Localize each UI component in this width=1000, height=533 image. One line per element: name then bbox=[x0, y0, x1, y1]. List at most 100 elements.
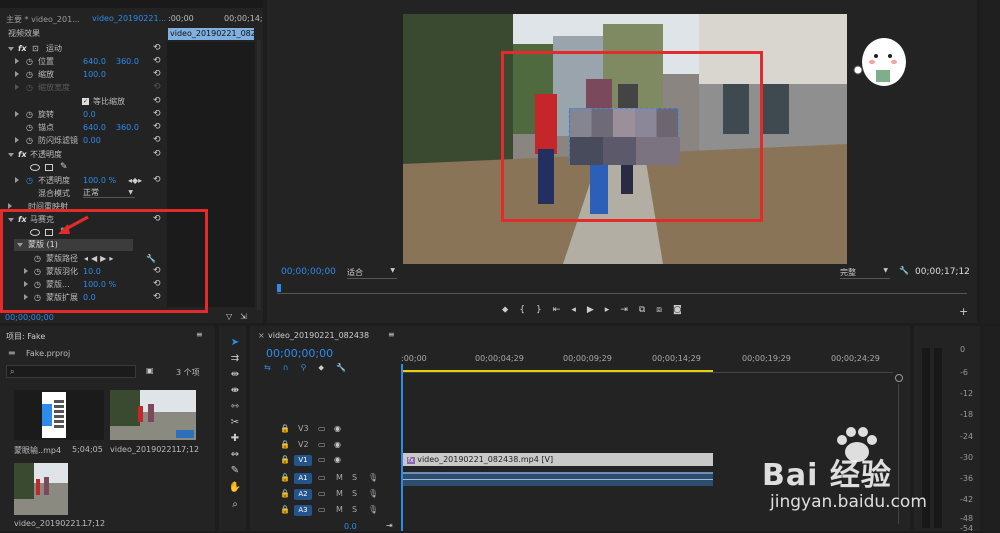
ripple-edit-icon[interactable]: ⇹ bbox=[228, 368, 242, 382]
linked-icon[interactable]: ⚲ bbox=[301, 363, 319, 372]
position-row[interactable]: ◷ 位置 640.0 360.0 ⟲ bbox=[0, 55, 165, 68]
add-button[interactable]: + bbox=[959, 305, 968, 318]
program-scrubber[interactable] bbox=[277, 284, 967, 296]
timeline-close-icon[interactable]: × bbox=[258, 331, 265, 340]
anchor-row[interactable]: ◷ 锚点 640.0 360.0 ⟲ bbox=[0, 121, 165, 134]
razor-icon[interactable]: ✂ bbox=[228, 416, 242, 430]
play-icon[interactable]: ▶ bbox=[587, 305, 605, 315]
sync-icon[interactable]: ▭ bbox=[318, 489, 326, 498]
marker-icon[interactable]: ⬥ bbox=[318, 363, 336, 372]
blend-mode-row[interactable]: 混合模式 正常 ▼ bbox=[0, 187, 165, 200]
reset-icon[interactable]: ⟲ bbox=[153, 121, 161, 134]
timeline-scroll-handle[interactable] bbox=[895, 374, 903, 382]
hand-icon[interactable]: ✋ bbox=[228, 481, 242, 495]
blend-mode-select[interactable]: 正常 ▼ bbox=[83, 188, 135, 198]
lock-icon[interactable]: 🔒 bbox=[280, 505, 290, 514]
anchor-x-value[interactable]: 640.0 bbox=[83, 121, 106, 134]
selection-tool-icon[interactable]: ➤ bbox=[228, 336, 242, 350]
reset-icon[interactable]: ⟲ bbox=[153, 68, 161, 81]
slip-icon[interactable]: ✚ bbox=[228, 432, 242, 446]
flicker-row[interactable]: ◷ 防闪烁滤镜 0.00 ⟲ bbox=[0, 134, 165, 147]
lift-icon[interactable]: ⧉ bbox=[639, 305, 656, 315]
nest-icon[interactable]: ⇆ bbox=[264, 363, 283, 372]
export-icon[interactable]: ⇲ bbox=[240, 312, 247, 321]
lock-icon[interactable]: 🔒 bbox=[280, 473, 290, 482]
playhead-icon[interactable] bbox=[277, 284, 281, 292]
wrench-icon[interactable]: 🔧 bbox=[336, 363, 358, 372]
goto-out-icon[interactable]: ⇥ bbox=[620, 305, 639, 315]
motion-transform-icon[interactable]: ⊡ bbox=[32, 42, 39, 55]
opacity-row[interactable]: fx 不透明度 ⟲ bbox=[0, 148, 165, 161]
eye-icon[interactable]: ◉ bbox=[334, 440, 341, 449]
lock-icon[interactable]: 🔒 bbox=[280, 455, 290, 464]
search-input[interactable]: ⌕ bbox=[6, 365, 136, 378]
goto-in-icon[interactable]: ⇤ bbox=[553, 305, 572, 315]
slide-icon[interactable]: ⇔ bbox=[228, 448, 242, 462]
opacity-value-row[interactable]: ◷ 不透明度 100.0 % ◂◆▸ ⟲ bbox=[0, 174, 165, 187]
quality-select[interactable]: 完整 ▼ bbox=[840, 267, 890, 279]
ec-clip-bar[interactable]: video_20190221_082438.mp4 bbox=[168, 28, 254, 40]
track-name[interactable]: A3 bbox=[294, 505, 312, 516]
anchor-y-value[interactable]: 360.0 bbox=[116, 121, 139, 134]
rectangle-mask-icon[interactable] bbox=[45, 164, 53, 171]
reset-icon[interactable]: ⟲ bbox=[153, 55, 161, 68]
ec-scrollbar[interactable] bbox=[257, 40, 261, 310]
ellipse-mask-icon[interactable] bbox=[30, 164, 40, 171]
mark-out-icon[interactable]: } bbox=[536, 305, 553, 315]
mic-icon[interactable]: 🎙 bbox=[368, 505, 378, 514]
project-item[interactable] bbox=[14, 463, 68, 515]
reset-icon[interactable]: ⟲ bbox=[153, 108, 161, 121]
video-clip[interactable]: fx video_20190221_082438.mp4 [V] bbox=[403, 453, 713, 466]
track-name[interactable]: V1 bbox=[294, 455, 312, 466]
scale-value[interactable]: 100.0 bbox=[83, 68, 106, 81]
timeline-tab[interactable]: video_20190221_082438 bbox=[268, 331, 369, 340]
keyframe-nav-icon[interactable]: ◂◆▸ bbox=[128, 174, 142, 187]
uniform-scale-row[interactable]: ✓ 等比缩放 ⟲ bbox=[0, 95, 165, 108]
position-x-value[interactable]: 640.0 bbox=[83, 55, 106, 68]
position-y-value[interactable]: 360.0 bbox=[116, 55, 139, 68]
stopwatch-icon[interactable]: ◷ bbox=[26, 134, 33, 147]
sync-icon[interactable]: ▭ bbox=[318, 505, 326, 514]
eye-icon[interactable]: ◉ bbox=[334, 424, 341, 433]
reset-icon[interactable]: ⟲ bbox=[153, 95, 161, 108]
step-forward-icon[interactable]: ▸ bbox=[605, 305, 621, 315]
track-header-a1[interactable]: 🔒 A1 ▭ M S 🎙 bbox=[280, 473, 400, 486]
sync-icon[interactable]: ▭ bbox=[318, 424, 326, 433]
rotation-row[interactable]: ◷ 旋转 0.0 ⟲ bbox=[0, 108, 165, 121]
stopwatch-icon[interactable]: ◷ bbox=[26, 55, 33, 68]
filter-icon[interactable]: ▽ bbox=[226, 312, 232, 321]
project-item[interactable] bbox=[14, 390, 104, 440]
uniform-scale-checkbox[interactable]: ✓ bbox=[82, 98, 89, 105]
lock-icon[interactable]: 🔒 bbox=[280, 440, 290, 449]
zoom-icon[interactable]: ⌕ bbox=[228, 498, 242, 512]
goto-end-icon[interactable]: ⇥ bbox=[386, 521, 393, 530]
rate-stretch-icon[interactable]: ⇿ bbox=[228, 400, 242, 414]
stopwatch-icon[interactable]: ◷ bbox=[26, 174, 33, 187]
sync-icon[interactable]: ▭ bbox=[318, 440, 326, 449]
track-name[interactable]: A1 bbox=[294, 473, 312, 484]
lock-icon[interactable]: 🔒 bbox=[280, 489, 290, 498]
track-select-icon[interactable]: ⇉ bbox=[228, 352, 242, 366]
sync-icon[interactable]: ▭ bbox=[318, 455, 326, 464]
track-header-a3[interactable]: 🔒 A3 ▭ M S 🎙 bbox=[280, 505, 400, 518]
mic-icon[interactable]: 🎙 bbox=[368, 473, 378, 482]
eye-icon[interactable]: ◉ bbox=[334, 455, 341, 464]
pen-mask-icon[interactable]: ✎ bbox=[60, 161, 68, 174]
audio-clip[interactable] bbox=[403, 472, 713, 486]
motion-row[interactable]: fx ⊡ 运动 ⟲ bbox=[0, 42, 165, 55]
track-header-v1[interactable]: 🔒 V1 ▭ ◉ bbox=[280, 455, 396, 468]
panel-menu-icon[interactable]: ≡ bbox=[388, 330, 395, 339]
track-name[interactable]: A2 bbox=[294, 489, 312, 500]
track-header-v2[interactable]: 🔒 V2 ▭ ◉ bbox=[280, 440, 396, 453]
sync-icon[interactable]: ▭ bbox=[318, 473, 326, 482]
project-title[interactable]: 项目: Fake bbox=[6, 331, 45, 342]
track-header-v3[interactable]: 🔒 V3 ▭ ◉ bbox=[280, 424, 396, 437]
mute-button[interactable]: M bbox=[336, 505, 343, 514]
mic-icon[interactable]: 🎙 bbox=[368, 489, 378, 498]
solo-button[interactable]: S bbox=[352, 473, 357, 482]
step-back-icon[interactable]: ◂ bbox=[571, 305, 587, 315]
mark-in-icon[interactable]: { bbox=[519, 305, 536, 315]
opacity-value[interactable]: 100.0 % bbox=[83, 174, 116, 187]
rotation-value[interactable]: 0.0 bbox=[83, 108, 96, 121]
add-marker-icon[interactable]: ⬥ bbox=[502, 305, 519, 315]
